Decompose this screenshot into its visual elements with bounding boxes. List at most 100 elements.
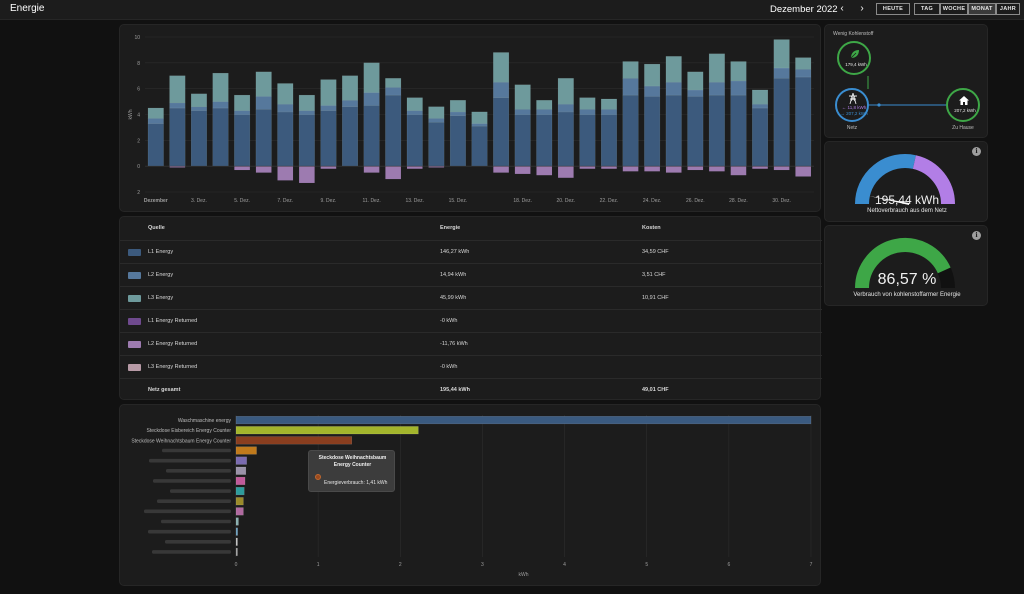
bar-segment[interactable]	[752, 107, 769, 167]
bar-segment[interactable]	[363, 62, 380, 93]
bar-segment[interactable]	[773, 67, 790, 79]
bar-segment[interactable]	[449, 115, 466, 167]
device-bar[interactable]	[235, 487, 245, 496]
device-bar[interactable]	[235, 446, 257, 455]
bar-segment[interactable]	[255, 96, 272, 110]
bar-segment[interactable]	[277, 111, 294, 167]
bar-segment[interactable]	[601, 114, 617, 167]
bar-segment-returned[interactable]	[514, 166, 531, 174]
bar-segment[interactable]	[255, 109, 272, 167]
bar-segment[interactable]	[665, 82, 682, 96]
bar-segment[interactable]	[557, 78, 574, 105]
bar-segment-returned[interactable]	[320, 166, 337, 169]
bar-segment[interactable]	[169, 75, 186, 104]
bar-segment-returned[interactable]	[255, 166, 272, 173]
bar-segment-returned[interactable]	[752, 166, 768, 169]
bar-segment[interactable]	[730, 61, 747, 82]
device-usage-svg[interactable]: 0 1 2 3 4 5 6 7 kWh Waschmaschine energy Steckdose…	[120, 405, 822, 587]
bar-segment[interactable]	[234, 110, 251, 115]
bar-segment-returned[interactable]	[665, 166, 682, 173]
bar-segment[interactable]	[687, 71, 704, 91]
bar-segment-returned[interactable]	[579, 166, 596, 169]
chevron-left-icon[interactable]: ‹	[836, 3, 848, 15]
bar-segment[interactable]	[536, 114, 553, 167]
bar-segment[interactable]	[234, 94, 251, 111]
bar-segment[interactable]	[363, 105, 380, 167]
bar-segment[interactable]	[277, 103, 294, 113]
bar-segment[interactable]	[385, 87, 402, 96]
bar-segment[interactable]	[708, 94, 725, 167]
bar-segment-returned[interactable]	[277, 166, 294, 181]
bar-segment[interactable]	[795, 69, 812, 78]
bar-segment-returned[interactable]	[773, 166, 790, 171]
bar-segment[interactable]	[493, 52, 510, 83]
bar-segment[interactable]	[795, 76, 812, 167]
bar-segment[interactable]	[687, 96, 704, 167]
bar-segment[interactable]	[514, 84, 531, 110]
bar-segment[interactable]	[622, 61, 639, 79]
bar-segment[interactable]	[147, 118, 164, 124]
device-bar[interactable]	[235, 476, 246, 485]
bar-segment[interactable]	[493, 97, 510, 167]
bar-segment-returned[interactable]	[536, 166, 553, 176]
device-bar[interactable]	[235, 416, 812, 425]
bar-segment[interactable]	[644, 96, 661, 167]
bar-segment-returned[interactable]	[601, 166, 617, 169]
bar-segment[interactable]	[428, 122, 445, 167]
bar-segment[interactable]	[342, 100, 358, 107]
bar-segment[interactable]	[385, 94, 402, 167]
device-bar[interactable]	[235, 547, 238, 556]
bar-segment[interactable]	[471, 123, 488, 127]
bar-segment[interactable]	[449, 100, 466, 113]
device-bar[interactable]	[235, 466, 247, 475]
bar-segment[interactable]	[795, 57, 812, 70]
bar-segment[interactable]	[212, 72, 229, 102]
bar-segment-returned[interactable]	[709, 166, 725, 172]
bar-segment[interactable]	[644, 85, 661, 97]
bar-segment[interactable]	[234, 114, 251, 167]
bar-segment[interactable]	[644, 63, 661, 87]
bar-segment-returned[interactable]	[558, 166, 574, 178]
bar-segment[interactable]	[536, 109, 553, 115]
bar-segment-returned[interactable]	[493, 166, 509, 173]
bar-segment[interactable]	[298, 114, 315, 167]
bar-segment[interactable]	[212, 107, 229, 167]
bar-segment[interactable]	[385, 78, 402, 88]
device-bar[interactable]	[235, 527, 238, 536]
chevron-right-icon[interactable]: ›	[856, 3, 868, 15]
device-bar[interactable]	[235, 517, 239, 526]
bar-segment[interactable]	[320, 110, 337, 167]
bar-segment[interactable]	[557, 103, 574, 113]
home-node[interactable]: 207,2 kWh	[946, 88, 980, 122]
range-year-button[interactable]: JAHR	[996, 3, 1020, 15]
today-button[interactable]: HEUTE	[876, 3, 910, 15]
bar-segment-returned[interactable]	[687, 166, 704, 171]
bar-segment[interactable]	[773, 39, 790, 69]
bar-segment[interactable]	[428, 106, 445, 119]
bar-segment[interactable]	[147, 107, 164, 119]
bar-segment[interactable]	[255, 71, 272, 97]
bar-segment-returned[interactable]	[234, 166, 250, 171]
bar-segment[interactable]	[277, 83, 294, 105]
bar-segment-returned[interactable]	[406, 166, 423, 169]
bar-segment-returned[interactable]	[795, 166, 811, 177]
bar-segment[interactable]	[428, 118, 445, 123]
bar-segment[interactable]	[708, 82, 725, 96]
bar-segment[interactable]	[601, 109, 617, 115]
bar-segment[interactable]	[406, 114, 423, 167]
bar-segment[interactable]	[579, 97, 596, 110]
bar-segment[interactable]	[514, 114, 531, 167]
bar-segment[interactable]	[147, 123, 164, 167]
bar-segment[interactable]	[536, 100, 553, 110]
energy-usage-svg[interactable]: 2 0 2 4 6 8 10 kWh Dezember 3. Dez. 5. Dez. 7. Dez.…	[120, 25, 822, 213]
bar-segment[interactable]	[730, 94, 747, 167]
bar-segment[interactable]	[622, 78, 639, 96]
bar-segment-returned[interactable]	[299, 166, 315, 183]
bar-segment[interactable]	[169, 102, 186, 109]
bar-segment[interactable]	[471, 125, 488, 167]
bar-segment[interactable]	[493, 82, 510, 98]
bar-segment[interactable]	[342, 75, 358, 101]
bar-segment-returned[interactable]	[385, 166, 401, 180]
bar-segment[interactable]	[190, 106, 207, 111]
bar-segment[interactable]	[406, 97, 423, 111]
